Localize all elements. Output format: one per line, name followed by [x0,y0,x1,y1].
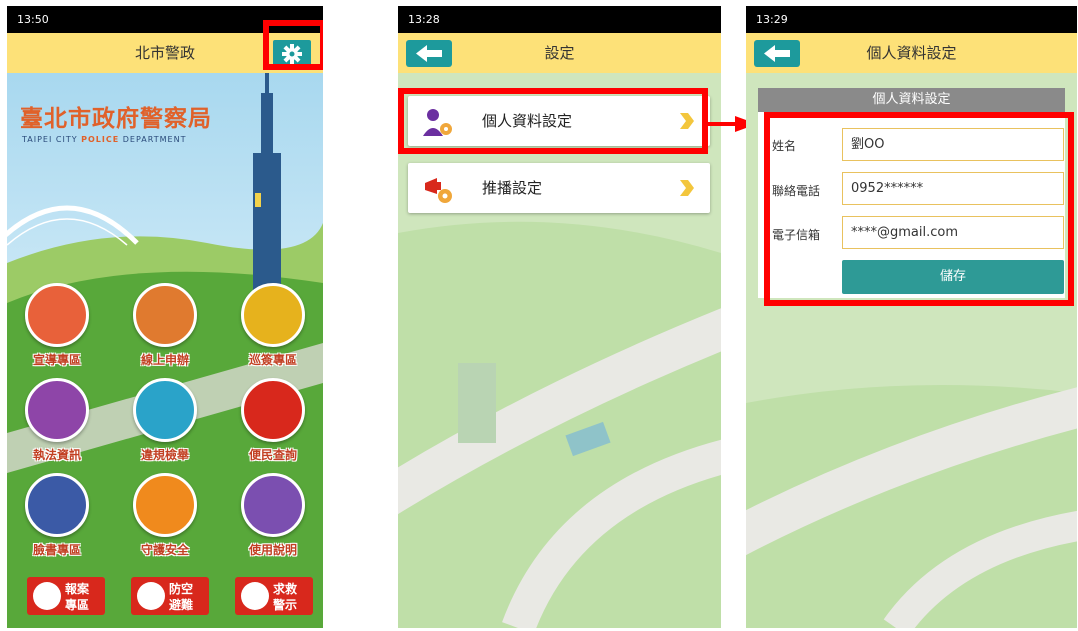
profile-highlight [398,88,708,154]
tile-police-cap[interactable]: 使用說明 [231,473,315,563]
tile-megaphone[interactable]: 宣導專區 [15,283,99,373]
page-title: 個人資料設定 [866,44,957,62]
status-bar: 13:28 [398,6,721,33]
settings-screen: 13:28 設定 個人資料設定 推播設定 [398,6,721,628]
status-time: 13:28 [408,13,440,26]
sos-icon [241,582,269,610]
emergency-siren-button[interactable]: 報案 專區 [27,577,105,615]
form-highlight [764,112,1074,306]
settings-highlight [263,20,323,70]
tile-car-camera[interactable]: 違規檢舉 [123,378,207,468]
home-screen: 13:50 北市警政 臺北市政府警察局 TAIPEI CITY POLICE D… [7,6,323,628]
police-cap-icon [241,473,305,537]
form-section-title: 個人資料設定 [758,88,1065,112]
tile-label: 使用說明 [248,543,297,557]
evacuate-icon [137,582,165,610]
emergency-sos-button[interactable]: 求救 警示 [235,577,313,615]
tile-label: 臉書專區 [32,543,81,557]
emergency-label-line1: 求救 [273,582,298,596]
emergency-label-line1: 防空 [169,582,194,596]
siren-icon [33,582,61,610]
officer-icon [133,283,197,347]
car-camera-icon [133,378,197,442]
emergency-label-line2: 避難 [169,598,194,612]
agency-logo-subtitle: TAIPEI CITY POLICE DEPARTMENT [22,135,186,144]
map-illustration [398,221,721,628]
tile-heart-hands[interactable]: 守護安全 [123,473,207,563]
status-bar: 13:29 [746,6,1077,33]
tile-label: 違規檢舉 [140,448,189,462]
emergency-evacuate-button[interactable]: 防空 避難 [131,577,209,615]
emergency-label-line2: 專區 [65,598,90,612]
logo-sub-part: DEPARTMENT [119,135,187,144]
megaphone-gear-icon [425,178,452,203]
tile-officer[interactable]: 線上申辦 [123,283,207,373]
emergency-label-line1: 報案 [65,582,90,596]
tile-book-hand[interactable]: 執法資訊 [15,378,99,468]
profile-settings-screen: 13:29 個人資料設定 個人資料設定 姓名 劉OO 聯絡電話 0952****… [746,6,1077,628]
lock-icon [241,283,305,347]
person-search-icon [241,378,305,442]
heart-hands-icon [133,473,197,537]
book-hand-icon [25,378,89,442]
menu-item-label: 推播設定 [482,179,543,197]
status-time: 13:50 [17,13,49,26]
home-hero: 臺北市政府警察局 TAIPEI CITY POLICE DEPARTMENT 宣… [7,73,323,628]
app-bar: 設定 [398,33,721,73]
menu-item-push[interactable]: 推播設定 [408,163,710,213]
map-background [398,73,721,628]
tile-label: 宣導專區 [32,353,81,367]
tile-label: 執法資訊 [32,448,81,462]
tile-person-search[interactable]: 便民查詢 [231,378,315,468]
tile-facebook[interactable]: 臉書專區 [15,473,99,563]
agency-logo-title: 臺北市政府警察局 [20,106,212,132]
tile-label: 守護安全 [140,543,189,557]
logo-sub-part: POLICE [81,135,120,144]
page-title: 設定 [544,44,575,62]
logo-sub-part: TAIPEI CITY [22,135,82,144]
emergency-label-line2: 警示 [273,598,298,612]
tile-label: 便民查詢 [248,448,297,462]
chevron-right-icon [680,180,694,196]
facebook-icon [25,473,89,537]
tile-label: 線上申辦 [140,353,189,367]
app-bar: 個人資料設定 [746,33,1077,73]
megaphone-icon [25,283,89,347]
tile-lock[interactable]: 巡簽專區 [231,283,315,373]
tile-label: 巡簽專區 [248,353,297,367]
status-time: 13:29 [756,13,788,26]
